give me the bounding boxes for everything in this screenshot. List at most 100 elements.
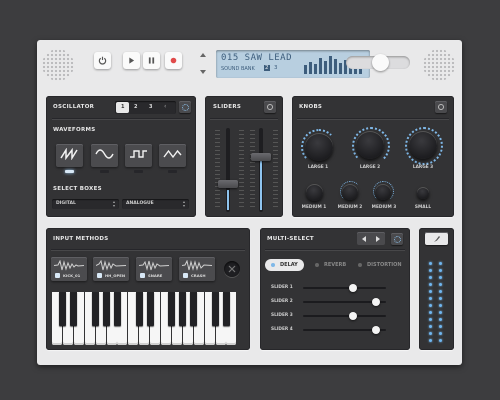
waveforms-title: WAVEFORMS (53, 127, 96, 133)
multiselect-settings-button[interactable] (391, 233, 403, 245)
piano-black-key[interactable] (179, 292, 187, 326)
piano-black-key[interactable] (146, 292, 154, 326)
knob-medium-3[interactable] (375, 184, 391, 200)
knob-medium-3-label: MEDIUM 3 (371, 205, 397, 210)
gear-icon (438, 104, 444, 110)
waveform-triangle-button[interactable] (159, 144, 186, 173)
volume-handle[interactable] (372, 54, 389, 71)
pad-led (140, 273, 145, 278)
knob-large-2[interactable] (356, 131, 384, 159)
volume-slider[interactable] (346, 54, 410, 71)
piano-black-key[interactable] (168, 292, 176, 326)
meter-led (439, 304, 442, 307)
pad-hh-open-label: HH_OPEN (105, 273, 126, 278)
chevron-left-icon[interactable]: ‹ (164, 103, 166, 110)
multiselect-slider-handle[interactable] (372, 298, 381, 306)
meter-led (429, 325, 432, 328)
pad-snare[interactable]: SNARE (136, 257, 172, 281)
piano-black-key[interactable] (103, 292, 110, 326)
meter-led (429, 262, 432, 265)
select-analogue[interactable]: ANALOGUE ▴ ▾ (122, 199, 189, 209)
piano-black-key[interactable] (212, 292, 219, 326)
waveform-sine-button[interactable] (91, 144, 118, 173)
slider-ticks (215, 130, 220, 210)
sliders-settings-button[interactable] (264, 101, 276, 113)
record-button[interactable] (165, 52, 182, 69)
record-icon (170, 57, 177, 64)
patch-stepper[interactable] (200, 51, 207, 77)
knob-large-2-label: LARGE 2 (359, 165, 381, 170)
mic-button[interactable] (425, 232, 448, 245)
knobs-settings-button[interactable] (435, 101, 447, 113)
meter-led (429, 311, 432, 314)
pad-options-button[interactable] (224, 261, 240, 277)
triangle-wave-icon (163, 149, 182, 159)
oscillator-settings-button[interactable] (179, 101, 191, 113)
select-boxes-title: SELECT BOXES (53, 186, 102, 192)
knob-large-1-label: LARGE 1 (307, 165, 329, 170)
close-icon (228, 265, 236, 273)
divider (265, 249, 405, 251)
oscillator-tab-1-label: 1 (121, 104, 125, 110)
multiselect-tab-reverb[interactable]: REVERB (309, 259, 351, 271)
gear-icon (267, 104, 273, 110)
waveform-thumbnail-icon (182, 260, 212, 271)
divider (51, 249, 245, 251)
power-icon (98, 56, 107, 65)
spectrum-bar (329, 56, 332, 74)
spectrum-bar (314, 64, 317, 74)
select-digital[interactable]: DIGITAL ▴ ▾ (52, 199, 119, 209)
arrow-up-icon[interactable] (200, 53, 206, 57)
multiselect-slider-track[interactable] (303, 315, 386, 317)
pad-kick[interactable]: KICK_01 (51, 257, 87, 281)
pad-led (183, 273, 188, 278)
updown-arrow-icon: ▴ ▾ (182, 199, 185, 208)
multiselect-title: MULTI-SELECT (267, 236, 314, 242)
piano-black-key[interactable] (190, 292, 198, 326)
oscillator-title: OSCILLATOR (53, 104, 95, 110)
chevron-right-icon[interactable] (376, 236, 380, 242)
piano-black-key[interactable] (92, 292, 100, 326)
meter-led (429, 297, 432, 300)
vertical-slider-2-handle[interactable] (251, 153, 271, 161)
knob-medium-1[interactable] (306, 184, 323, 201)
spectrum-bar (304, 65, 307, 74)
multiselect-slider-handle[interactable] (348, 284, 357, 292)
knob-large-1[interactable] (305, 133, 333, 161)
input-methods-title: INPUT METHODS (53, 236, 109, 242)
meter-led (429, 332, 432, 335)
multiselect-slider-handle[interactable] (372, 326, 381, 334)
knob-small[interactable] (417, 187, 429, 199)
oscillator-tab-3[interactable]: 3 (149, 104, 152, 110)
piano-black-key[interactable] (113, 292, 121, 326)
meter-led (429, 304, 432, 307)
multiselect-tab-delay[interactable]: DELAY (265, 259, 304, 271)
chevron-left-icon[interactable] (362, 236, 366, 242)
gear-icon (181, 103, 189, 111)
multiselect-slider-track[interactable] (303, 287, 386, 289)
oscillator-tab-2[interactable]: 2 (134, 104, 137, 110)
pad-crash-label: CRASH (191, 273, 206, 278)
multiselect-tab-distortion[interactable]: DISTORTION (352, 259, 407, 271)
multiselect-slider-handle[interactable] (348, 312, 357, 320)
waveform-thumbnail-icon (54, 260, 84, 271)
power-button[interactable] (94, 52, 111, 69)
pad-hh-open[interactable]: HH_OPEN (93, 257, 129, 281)
piano-black-key[interactable] (222, 292, 230, 326)
piano-black-key[interactable] (70, 292, 78, 326)
vertical-slider-1-handle[interactable] (218, 180, 238, 188)
piano-black-key[interactable] (59, 292, 67, 326)
meter-led (429, 318, 432, 321)
pause-button[interactable] (143, 52, 160, 69)
waveform-sawtooth-button[interactable] (56, 144, 83, 173)
waveform-thumbnail-icon (96, 260, 126, 271)
waveform-square-button[interactable] (125, 144, 152, 173)
knob-medium-2[interactable] (342, 184, 358, 200)
arrow-down-icon[interactable] (200, 70, 206, 74)
piano-black-key[interactable] (135, 292, 143, 326)
knob-large-3[interactable] (409, 131, 437, 159)
radio-dot-icon (315, 263, 319, 267)
waveform-led (100, 170, 109, 173)
play-button[interactable] (123, 52, 140, 69)
pad-crash[interactable]: CRASH (179, 257, 215, 281)
